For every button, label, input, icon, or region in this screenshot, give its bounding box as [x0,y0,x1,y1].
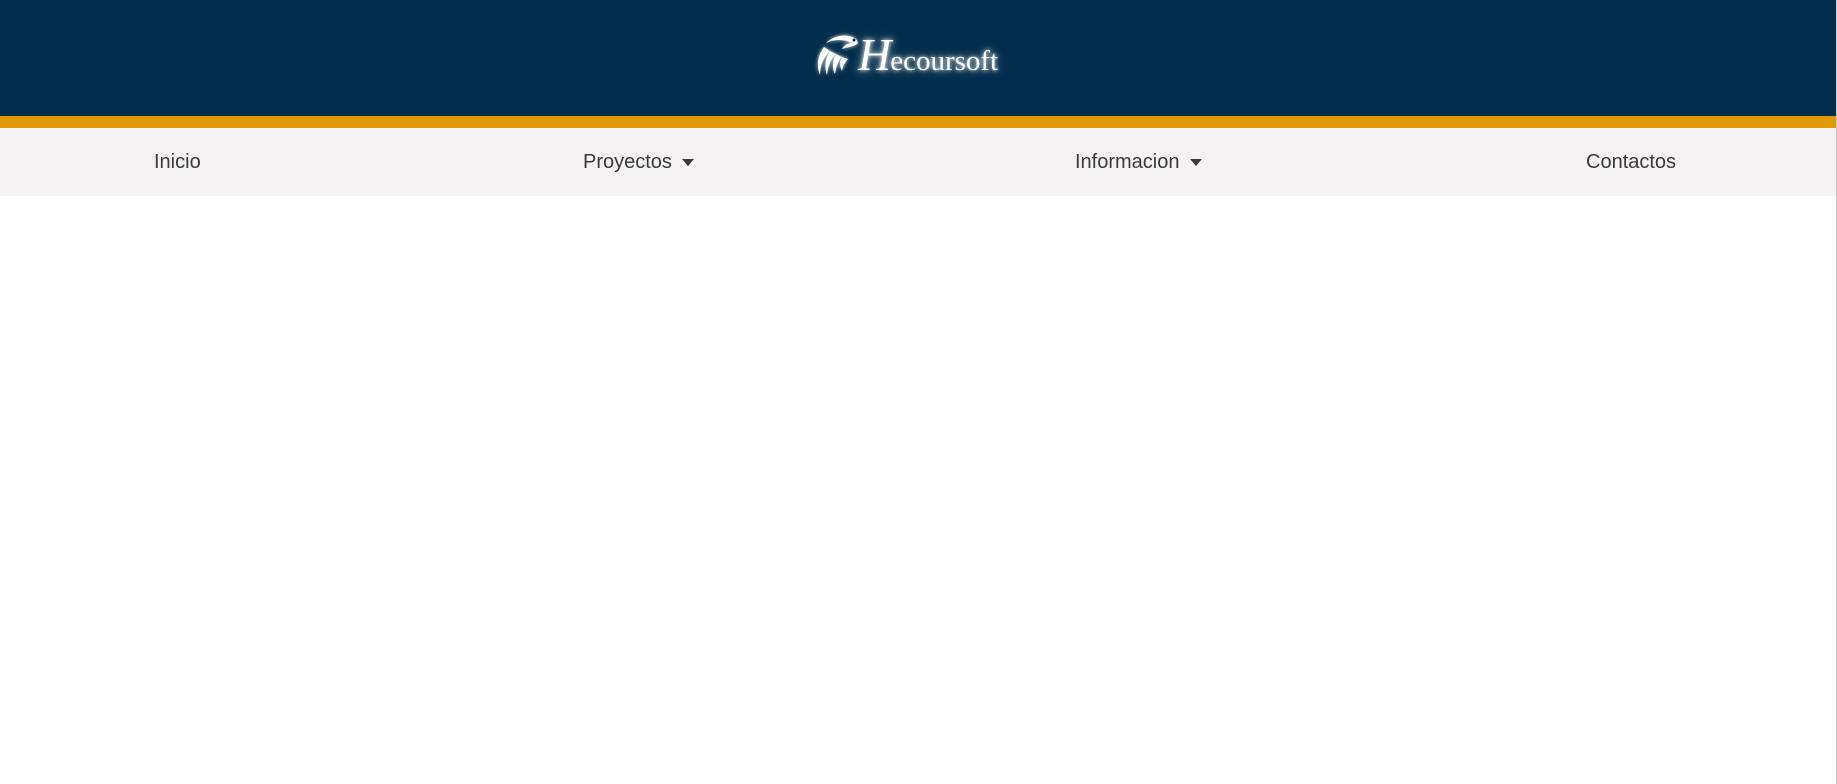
eagle-icon [817,35,858,75]
nav-item-informacion[interactable]: Informacion [1075,128,1202,196]
brand-logo[interactable]: H ecoursoft [814,30,998,80]
nav-item-label: Informacion [1075,150,1180,173]
site-header: H ecoursoft [0,0,1837,116]
nav-item-proyectos[interactable]: Proyectos [583,128,694,196]
caret-down-icon [681,159,694,166]
nav-item-label: Contactos [1586,150,1677,173]
nav-item-inicio[interactable]: Inicio [154,128,201,196]
main-navbar: Inicio Proyectos Informacion Contactos [0,128,1837,196]
brand-initial: H [858,29,892,80]
header-accent-bar [0,116,1837,128]
nav-item-contactos[interactable]: Contactos [1586,128,1676,196]
nav-item-label: Inicio [154,150,201,173]
brand-rest: ecoursoft [890,45,999,77]
nav-item-label: Proyectos [583,150,672,173]
brand-name: H ecoursoft [858,32,999,78]
caret-down-icon [1189,159,1202,166]
